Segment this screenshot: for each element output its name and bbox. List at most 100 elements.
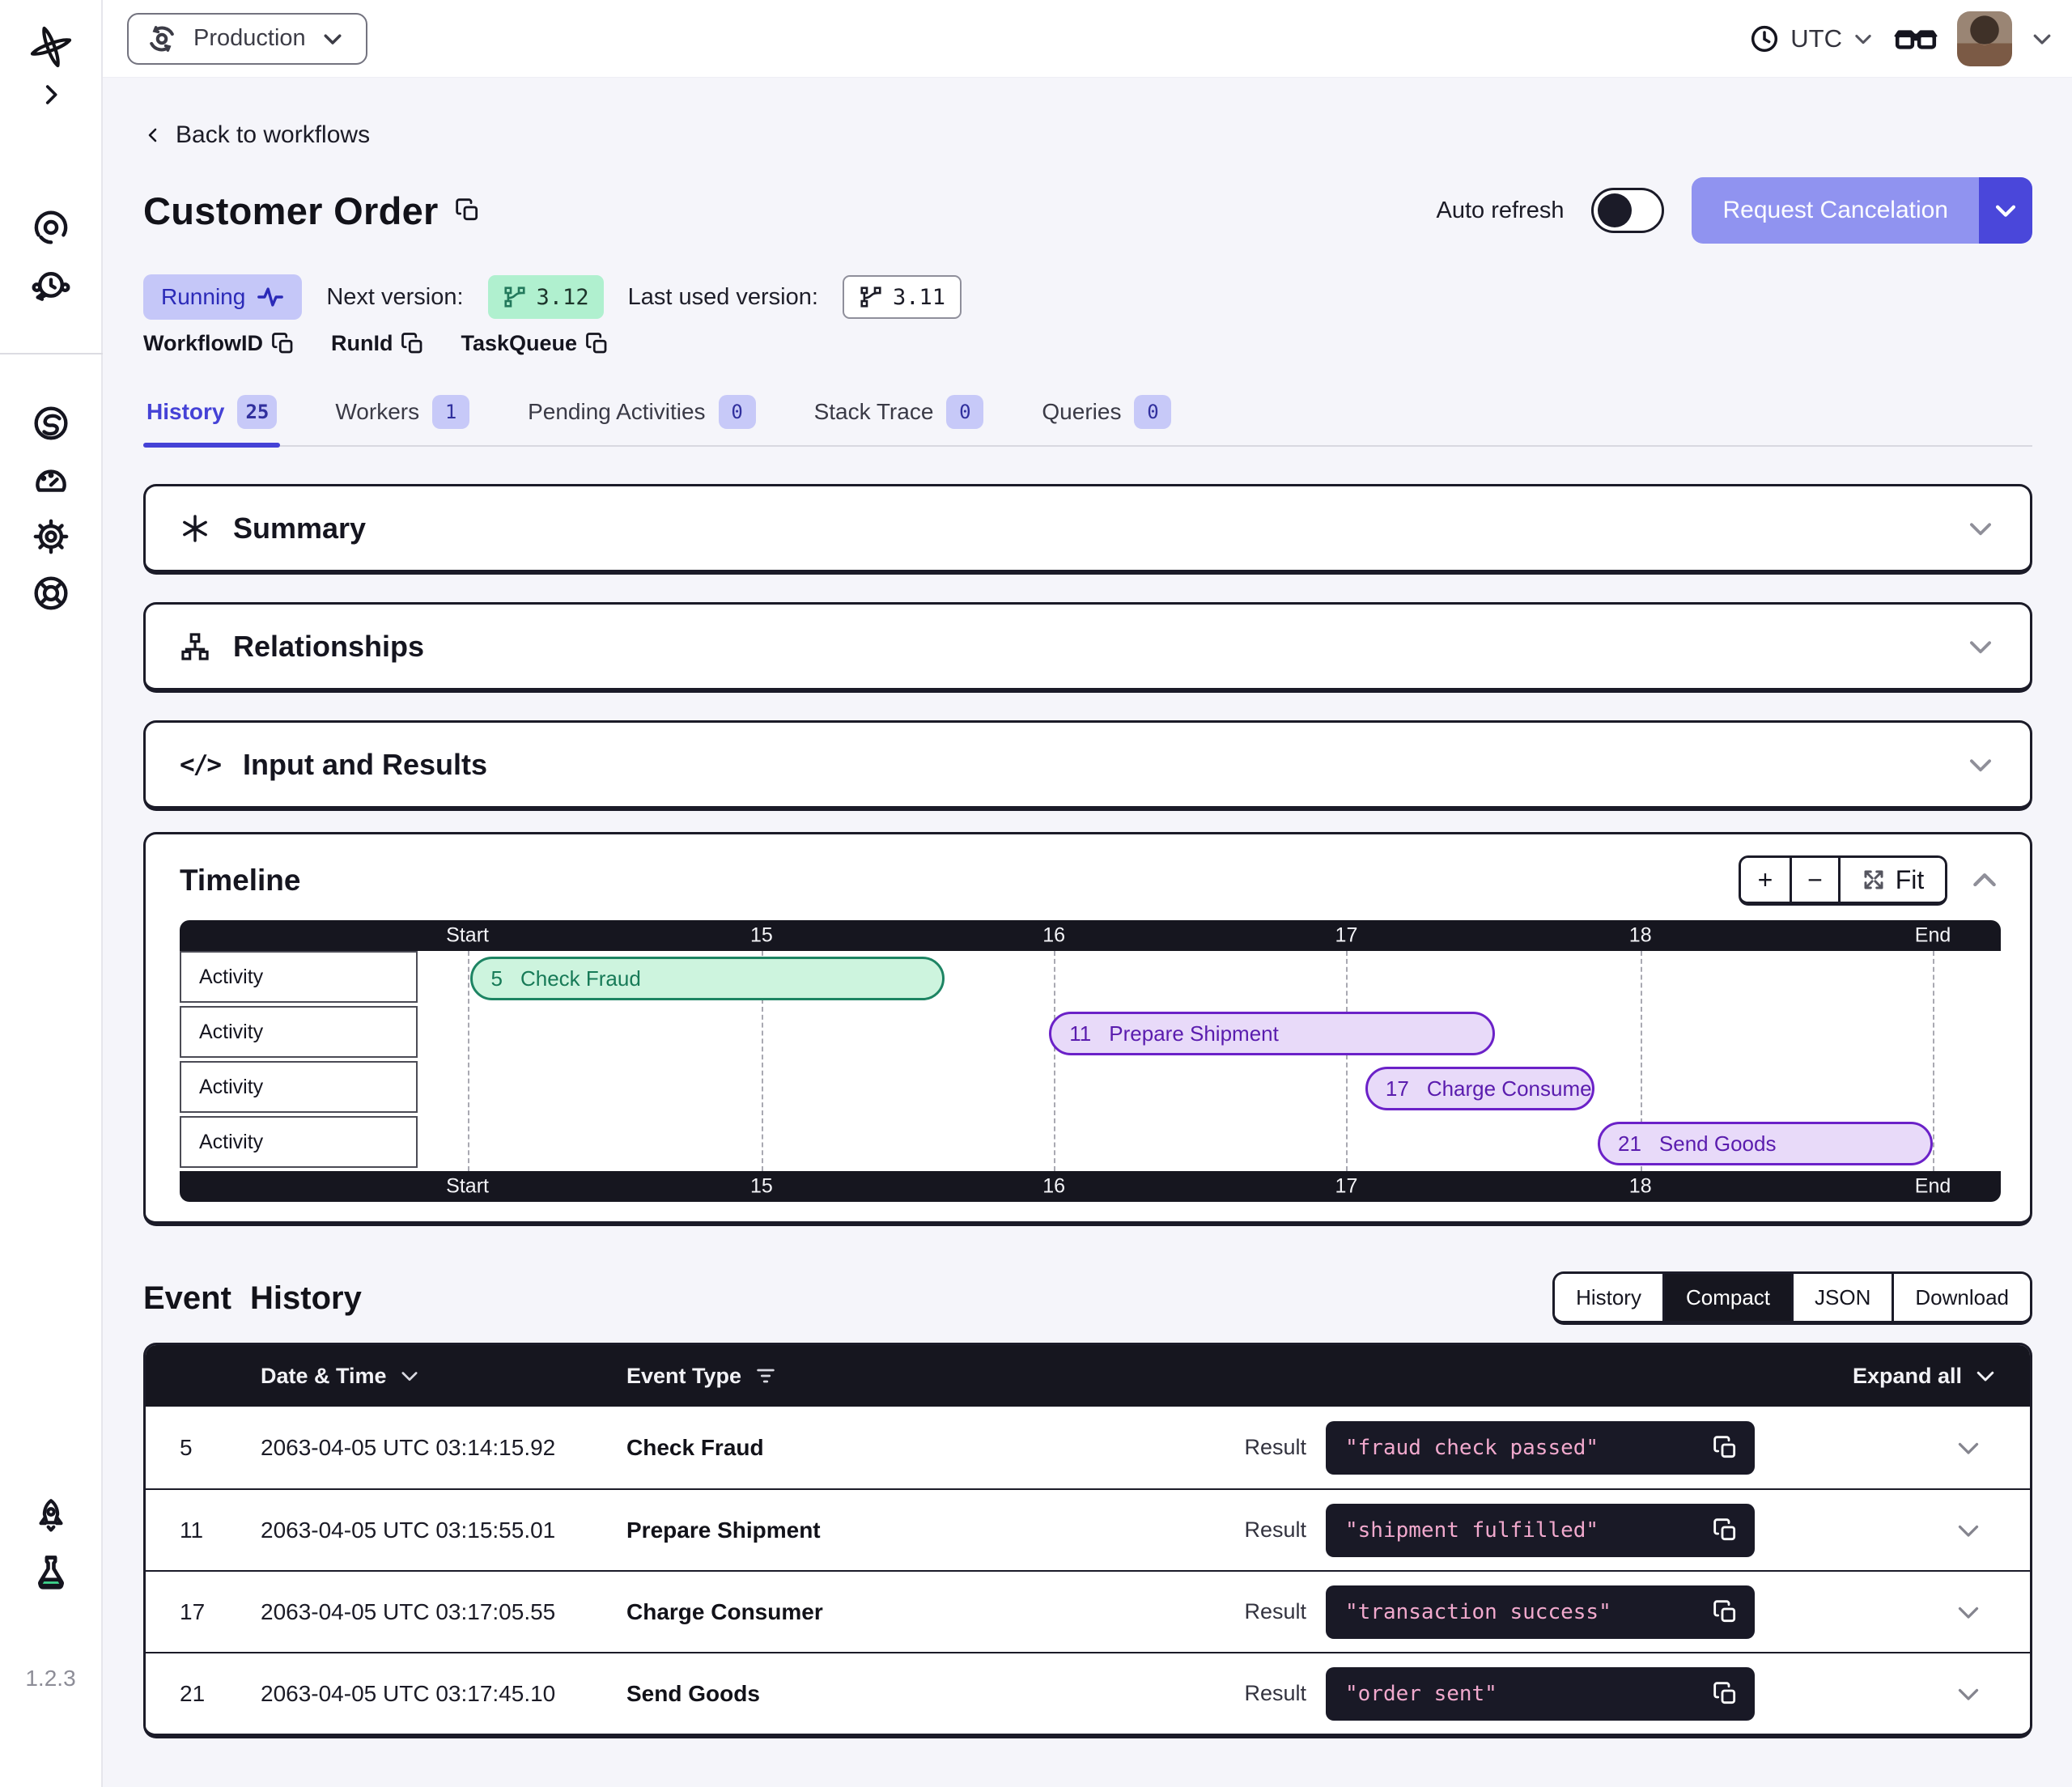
nexus-icon[interactable] — [31, 403, 71, 444]
copy-result-button[interactable] — [1713, 1599, 1739, 1625]
tab-count-badge: 0 — [719, 395, 756, 429]
tab-count-badge: 0 — [1134, 395, 1171, 429]
axis-tick: 18 — [1629, 924, 1652, 948]
request-cancelation-button[interactable]: Request Cancelation — [1692, 177, 1979, 244]
timeline-bar-charge-consumer[interactable]: 17Charge Consumer — [1365, 1067, 1594, 1110]
copy-icon — [401, 332, 425, 356]
fit-button[interactable]: Fit — [1838, 858, 1945, 902]
event-history-title: Event History — [143, 1280, 362, 1317]
glasses-icon[interactable] — [1892, 21, 1939, 57]
date-time-column-header[interactable]: Date & Time — [236, 1364, 626, 1389]
timeline-title: Timeline — [180, 864, 300, 898]
event-history-table: Date & Time Event Type Expand all 5 2063… — [143, 1343, 2032, 1738]
event-id: 21 — [146, 1681, 236, 1707]
timeline-row-label: Activity — [180, 1006, 418, 1058]
chevron-left-icon — [143, 123, 163, 147]
cancelation-menu-button[interactable] — [1979, 177, 2032, 244]
gridline — [468, 951, 469, 1171]
schedules-icon[interactable] — [31, 265, 71, 306]
event-row: 17 2063-04-05 UTC 03:17:05.55 Charge Con… — [146, 1570, 2030, 1652]
copy-icon — [455, 197, 481, 223]
account-menu-chevron-icon[interactable] — [2030, 27, 2054, 51]
axis-tick: End — [1915, 1175, 1951, 1199]
event-row: 5 2063-04-05 UTC 03:14:15.92 Check Fraud… — [146, 1407, 2030, 1488]
filter-icon — [754, 1365, 777, 1387]
event-type-column-header[interactable]: Event Type — [626, 1364, 1853, 1389]
view-mode-history[interactable]: History — [1555, 1274, 1662, 1321]
timeline-bar-prepare-shipment[interactable]: 11Prepare Shipment — [1049, 1012, 1495, 1055]
timeline-row-labels: Activity Activity Activity Activity — [180, 951, 420, 1171]
timezone-selector[interactable]: UTC — [1748, 23, 1875, 55]
axis-tick: Start — [446, 1175, 489, 1199]
namespace-label: Production — [193, 25, 306, 52]
collapse-timeline-chevron-icon[interactable] — [1968, 864, 2001, 897]
result-label: Result — [1244, 1599, 1306, 1624]
copy-result-button[interactable] — [1713, 1681, 1739, 1707]
usage-gauge-icon[interactable] — [31, 460, 71, 500]
request-cancelation-split-button: Request Cancelation — [1692, 177, 2032, 244]
tab-workers[interactable]: Workers1 — [332, 390, 473, 445]
auto-refresh-toggle[interactable] — [1591, 188, 1664, 233]
axis-tick: 15 — [750, 1175, 773, 1199]
page-title: Customer Order — [143, 189, 439, 233]
zoom-in-button[interactable]: + — [1741, 858, 1790, 902]
timeline-bar-send-goods[interactable]: 21Send Goods — [1598, 1122, 1933, 1165]
labs-flask-icon[interactable] — [30, 1552, 72, 1594]
tab-stack-trace[interactable]: Stack Trace0 — [811, 390, 987, 445]
back-to-workflows-link[interactable]: Back to workflows — [143, 121, 370, 149]
download-button[interactable]: Download — [1892, 1274, 2030, 1321]
last-version-label: Last used version: — [628, 284, 818, 311]
copy-workflow-name-button[interactable] — [455, 197, 481, 223]
timeline-bar-check-fraud[interactable]: 5Check Fraud — [470, 957, 945, 1000]
sidebar: 1.2.3 — [0, 0, 103, 1787]
workflows-icon[interactable] — [31, 207, 71, 248]
event-datetime: 2063-04-05 UTC 03:14:15.92 — [236, 1435, 626, 1461]
event-datetime: 2063-04-05 UTC 03:17:45.10 — [236, 1681, 626, 1707]
event-row: 11 2063-04-05 UTC 03:15:55.01 Prepare Sh… — [146, 1488, 2030, 1570]
copy-task-queue-button[interactable] — [585, 332, 609, 356]
timeline-chart: Start 15 16 17 18 End Activity Activity … — [180, 920, 2001, 1202]
tab-history[interactable]: History25 — [143, 390, 280, 445]
toggle-knob — [1598, 193, 1632, 227]
branch-icon — [859, 285, 883, 309]
copy-workflow-id-button[interactable] — [271, 332, 295, 356]
summary-section-header[interactable]: Summary — [143, 484, 2032, 575]
user-avatar[interactable] — [1957, 11, 2012, 66]
relationships-section-header[interactable]: Relationships — [143, 602, 2032, 693]
event-id: 11 — [146, 1517, 236, 1543]
chevron-down-icon — [1965, 513, 1996, 544]
support-icon[interactable] — [31, 573, 71, 613]
namespace-switcher[interactable]: Production — [127, 13, 367, 65]
zoom-out-button[interactable]: − — [1790, 858, 1838, 902]
view-mode-compact[interactable]: Compact — [1662, 1274, 1791, 1321]
last-version-badge: 3.11 — [843, 275, 962, 319]
rocket-icon[interactable] — [31, 1496, 71, 1536]
chevron-down-icon — [1852, 28, 1875, 50]
temporal-logo-icon[interactable] — [28, 24, 74, 70]
result-label: Result — [1244, 1435, 1306, 1460]
tab-queries[interactable]: Queries0 — [1038, 390, 1174, 445]
settings-gear-icon[interactable] — [31, 516, 71, 557]
expand-row-chevron-icon[interactable] — [1755, 1679, 2030, 1708]
chevron-down-icon — [398, 1365, 421, 1387]
expand-sidebar-chevron-icon[interactable] — [37, 81, 65, 108]
status-badge: Running — [143, 274, 302, 320]
event-id: 5 — [146, 1435, 236, 1461]
event-datetime: 2063-04-05 UTC 03:17:05.55 — [236, 1599, 626, 1625]
copy-result-button[interactable] — [1713, 1435, 1739, 1461]
expand-row-chevron-icon[interactable] — [1755, 1433, 2030, 1462]
expand-row-chevron-icon[interactable] — [1755, 1598, 2030, 1627]
view-mode-json[interactable]: JSON — [1791, 1274, 1892, 1321]
expand-row-chevron-icon[interactable] — [1755, 1516, 2030, 1545]
next-version-label: Next version: — [326, 284, 463, 311]
axis-tick: Start — [446, 924, 489, 948]
tab-pending-activities[interactable]: Pending Activities0 — [524, 390, 758, 445]
input-results-section-header[interactable]: </> Input and Results — [143, 720, 2032, 811]
copy-run-id-button[interactable] — [401, 332, 425, 356]
timeline-plot: 5Check Fraud 11Prepare Shipment 17Charge… — [420, 951, 2001, 1171]
expand-all-button[interactable]: Expand all — [1853, 1364, 2030, 1389]
axis-tick: 16 — [1042, 1175, 1065, 1199]
copy-icon — [585, 332, 609, 356]
sidebar-divider — [0, 353, 103, 354]
copy-result-button[interactable] — [1713, 1517, 1739, 1543]
